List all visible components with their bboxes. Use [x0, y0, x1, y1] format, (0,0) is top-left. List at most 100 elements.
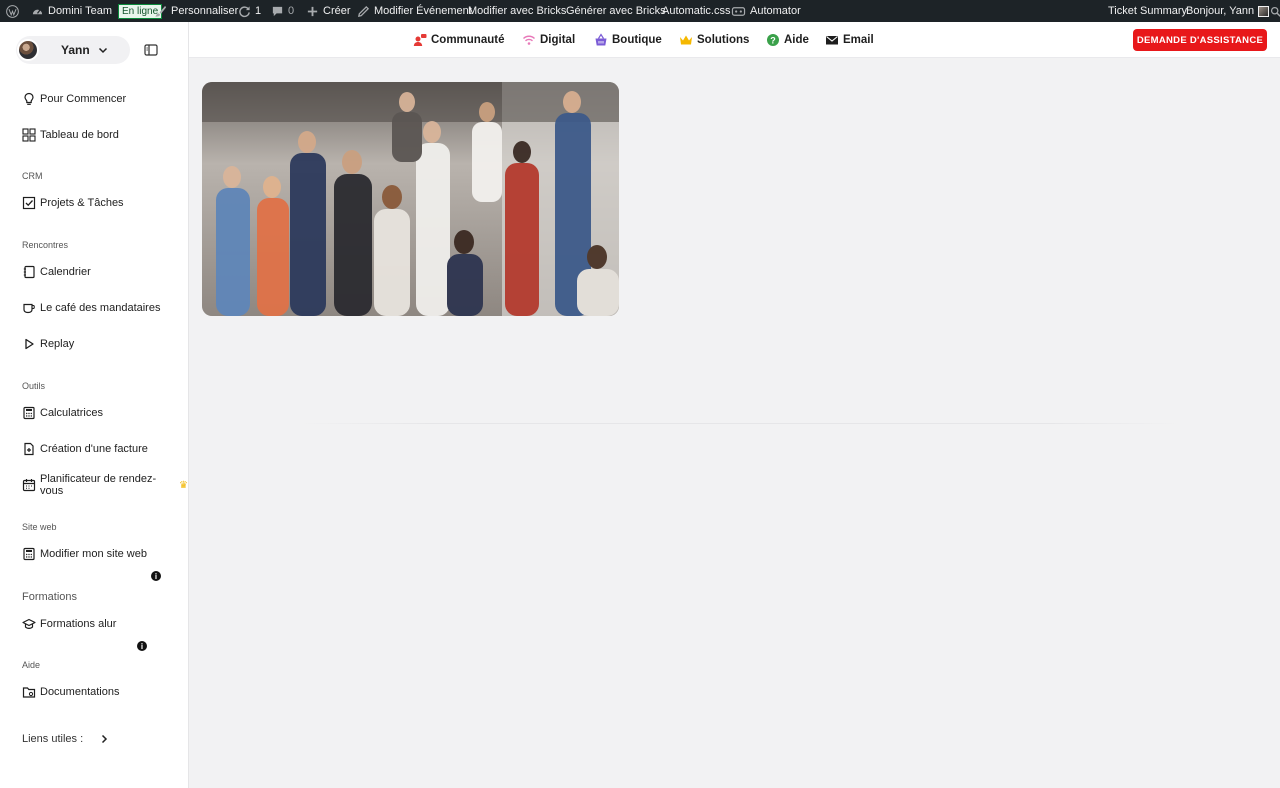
checkbox-icon [22, 196, 36, 210]
sidebar-item-label: Planificateur de rendez-vous [40, 473, 157, 497]
comments-link[interactable]: 0 [271, 0, 294, 22]
automator-link[interactable]: Automator [731, 0, 801, 22]
chevron-down-icon [98, 45, 108, 55]
automator-label: Automator [750, 5, 801, 17]
ticket-summary-label: Ticket Summary [1108, 5, 1188, 17]
menu-label: Aide [784, 34, 809, 46]
search-icon[interactable] [1270, 0, 1280, 22]
plus-icon [306, 5, 319, 18]
sidebar-item-edit-site[interactable]: Modifier mon site web [22, 545, 147, 563]
sidebar-item-calculators[interactable]: Calculatrices [22, 404, 103, 422]
section-label-help: Aide [22, 660, 41, 670]
file-plus-icon [22, 442, 36, 456]
coffee-cup-icon [22, 301, 36, 315]
sidebar-item-start[interactable]: Pour Commencer [22, 90, 126, 108]
customize-link[interactable]: Personnaliser [154, 0, 238, 22]
avatar [17, 39, 39, 61]
wifi-icon [522, 33, 536, 47]
site-name-menu[interactable]: Domini Team En ligne [31, 0, 163, 22]
pencil-icon [357, 5, 370, 18]
menu-label: Boutique [612, 34, 662, 46]
sidebar-item-label: Documentations [40, 686, 120, 698]
create-label: Créer [323, 5, 351, 17]
sidebar-item-scheduler[interactable]: Planificateur de rendez-vous ♛ [22, 473, 188, 497]
menu-label: Communauté [431, 34, 505, 46]
notebook-icon [22, 265, 36, 279]
envelope-icon [825, 33, 839, 47]
info-icon[interactable]: i [137, 641, 147, 651]
refresh-icon [238, 5, 251, 18]
sidebar-item-label: Création d'une facture [40, 443, 148, 455]
robot-icon [731, 5, 746, 18]
brush-icon [154, 5, 167, 18]
create-menu[interactable]: Créer [306, 0, 351, 22]
calculator-icon [22, 406, 36, 420]
calendar-icon [22, 478, 36, 492]
menu-label: Email [843, 34, 874, 46]
section-label-trainings: Formations [22, 591, 78, 603]
calculator-icon [22, 547, 36, 561]
edit-with-bricks-label: Modifier avec Bricks [468, 5, 567, 17]
sidebar-item-label: Replay [40, 338, 75, 350]
admin-avatar [1258, 5, 1270, 17]
dashboard-grid-icon [22, 128, 36, 142]
sidebar-item-label: Calculatrices [40, 407, 103, 419]
edit-with-bricks-link[interactable]: Modifier avec Bricks [468, 0, 566, 22]
ticket-summary-link[interactable]: Ticket Summary [1108, 0, 1187, 22]
sidebar-item-dashboard[interactable]: Tableau de bord [22, 126, 119, 144]
community-icon [413, 33, 427, 47]
info-icon[interactable]: i [151, 571, 161, 581]
sidebar-item-label: Modifier mon site web [40, 548, 147, 560]
sidebar-item-trainings[interactable]: Formations alur [22, 615, 116, 633]
automatic-css-link[interactable]: Automatic.css [662, 0, 730, 22]
section-label-website: Site web [22, 522, 57, 532]
sidebar-toggle-icon[interactable] [144, 43, 158, 57]
sidebar-item-projects[interactable]: Projets & Tâches [22, 194, 124, 212]
basket-icon [594, 33, 608, 47]
edit-event-link[interactable]: Modifier Événement [357, 0, 472, 22]
edit-event-label: Modifier Événement [374, 5, 472, 17]
sidebar-item-label: Liens utiles : [22, 733, 84, 745]
premium-crown-icon: ♛ [179, 479, 188, 491]
wordpress-logo-icon[interactable] [6, 0, 19, 22]
account-menu[interactable]: Bonjour, Yann [1186, 0, 1270, 22]
customize-label: Personnaliser [171, 5, 239, 17]
chevron-right-icon [99, 734, 109, 744]
comments-count: 0 [288, 5, 295, 17]
sidebar-item-label: Calendrier [40, 266, 91, 278]
svg-text:?: ? [770, 35, 776, 45]
section-label-tools: Outils [22, 381, 46, 391]
sidebar-item-invoice[interactable]: Création d'une facture [22, 440, 148, 458]
sidebar-item-label: Tableau de bord [40, 129, 119, 141]
menu-solutions[interactable]: Solutions [679, 22, 749, 58]
help-circle-icon: ? [766, 33, 780, 47]
lightbulb-icon [22, 92, 36, 106]
menu-email[interactable]: Email [825, 22, 874, 58]
sidebar-item-useful-links[interactable]: Liens utiles : [22, 730, 109, 748]
user-menu[interactable]: Yann [16, 36, 130, 64]
sidebar-item-label: Pour Commencer [40, 93, 127, 105]
user-name: Yann [61, 43, 90, 57]
generate-with-bricks-link[interactable]: Générer avec Bricks [566, 0, 666, 22]
section-label-meetings: Rencontres [22, 240, 69, 250]
updates-link[interactable]: 1 [238, 0, 261, 22]
sidebar-item-docs[interactable]: Documentations [22, 683, 120, 701]
event-photo [202, 82, 619, 316]
sidebar-item-calendar[interactable]: Calendrier [22, 263, 91, 281]
menu-community[interactable]: Communauté [413, 22, 504, 58]
graduation-cap-icon [22, 617, 36, 631]
gauge-icon [31, 5, 44, 18]
sidebar: Yann Pour Commencer Tableau de bord CRM … [0, 22, 189, 788]
sidebar-item-label: Projets & Tâches [40, 197, 124, 209]
sidebar-item-cafe[interactable]: Le café des mandataires [22, 299, 160, 317]
menu-digital[interactable]: Digital [522, 22, 575, 58]
menu-shop[interactable]: Boutique [594, 22, 662, 58]
play-icon [22, 337, 36, 351]
sidebar-item-label: Le café des mandataires [40, 302, 161, 314]
menu-help[interactable]: ? Aide [766, 22, 809, 58]
menu-label: Digital [540, 34, 576, 46]
crown-icon [679, 33, 693, 47]
sidebar-item-replay[interactable]: Replay [22, 335, 74, 353]
assistance-request-button[interactable]: DEMANDE D'ASSISTANCE [1133, 29, 1267, 51]
section-label-crm: CRM [22, 171, 43, 181]
